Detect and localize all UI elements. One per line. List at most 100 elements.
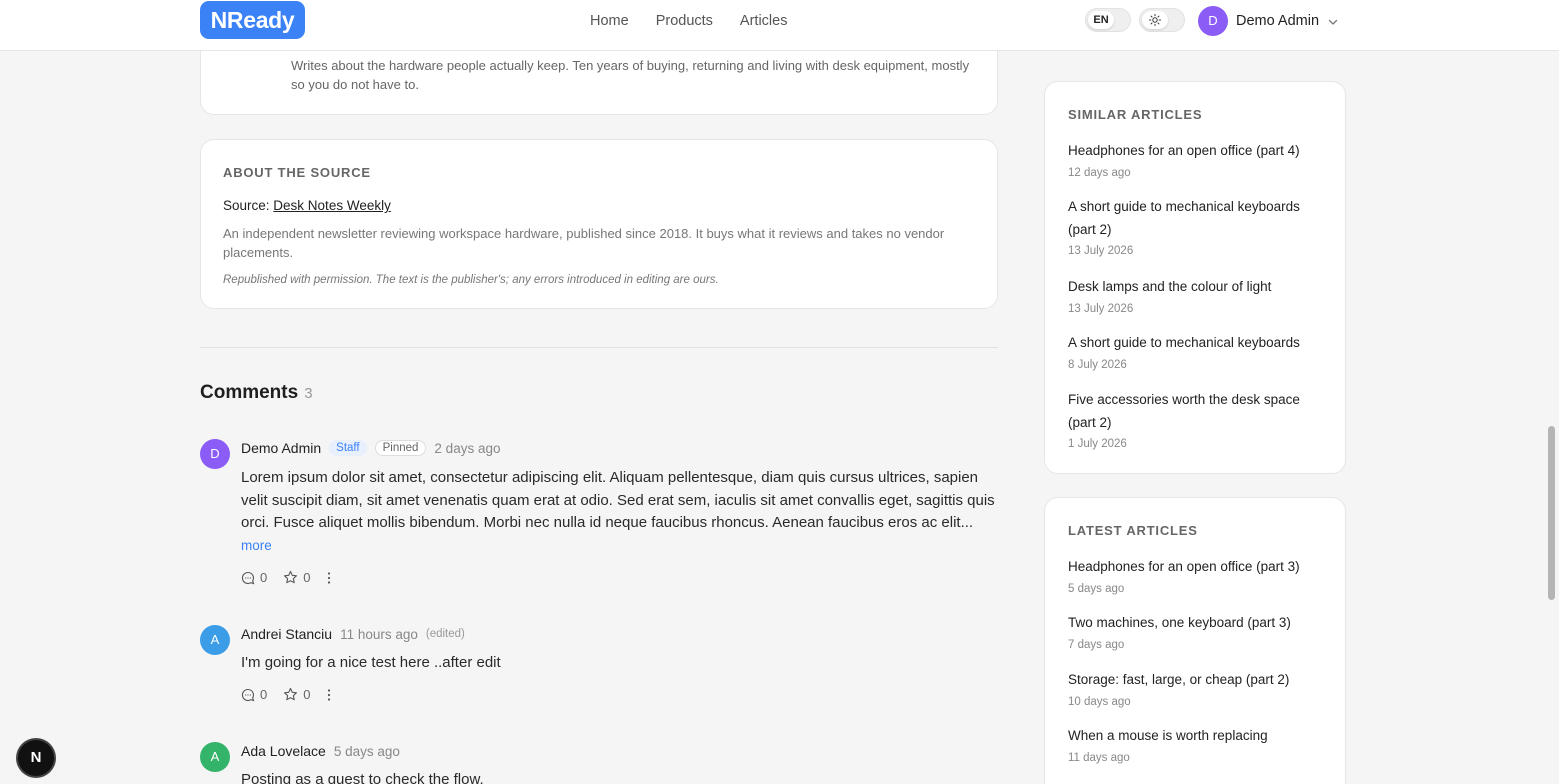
article-title: A short guide to mechanical keyboards (p… (1068, 199, 1300, 237)
article-title: Headphones for an open office (part 4) (1068, 143, 1300, 158)
source-link[interactable]: Desk Notes Weekly (273, 198, 391, 213)
comments-heading: Comments 3 (200, 382, 313, 404)
edited-label: (edited) (425, 628, 465, 640)
article-title: Desk lamps and the colour of light (1068, 279, 1272, 294)
article-link[interactable]: Storage: fast, large, or cheap (part 2) … (1068, 669, 1328, 712)
language-label: EN (1088, 11, 1114, 29)
comment-author[interactable]: Ada Lovelace (241, 743, 326, 759)
article-date: 13 July 2026 (1068, 302, 1134, 315)
latest-articles-card: LATEST ARTICLES Headphones for an open o… (1044, 497, 1346, 784)
comment-avatar: D (200, 439, 230, 469)
source-card: ABOUT THE SOURCE Source: Desk Notes Week… (200, 139, 998, 309)
article-link[interactable]: Desk lamps and the colour of light 13 Ju… (1068, 276, 1328, 319)
site-logo[interactable]: NReady (200, 1, 305, 39)
article-date: 5 days ago (1068, 582, 1125, 595)
article-date: 8 July 2026 (1068, 358, 1127, 371)
article-title: When a mouse is worth replacing (1068, 728, 1268, 743)
comment-time: 5 days ago (333, 743, 400, 759)
comment-time: 2 days ago (434, 440, 501, 456)
star-count: 0 (303, 570, 311, 585)
article-title: Five accessories worth the desk space (p… (1068, 392, 1300, 430)
comment-author[interactable]: Demo Admin (241, 440, 321, 456)
more-options-button[interactable] (326, 571, 332, 585)
author-bio: Writes about the hardware people actuall… (291, 58, 970, 92)
chevron-down-icon (1328, 19, 1338, 25)
article-date: 1 July 2026 (1068, 438, 1127, 450)
comment-item: D Demo Admin Staff Pinned 2 days ago Lor… (200, 439, 998, 589)
article-link[interactable]: Five accessories worth the desk space (p… (1068, 389, 1328, 454)
comment-bubble-icon (241, 571, 255, 584)
similar-title: SIMILAR ARTICLES (1068, 107, 1203, 122)
more-options-button[interactable] (326, 688, 332, 702)
article-date: 11 days ago (1068, 751, 1130, 764)
nav-articles[interactable]: Articles (740, 12, 788, 30)
article-link[interactable]: Headphones for an open office (part 4) 1… (1068, 140, 1328, 183)
article-date: 13 July 2026 (1068, 245, 1134, 257)
more-vertical-icon (328, 688, 331, 701)
comment-actions: 0 0 (241, 570, 348, 585)
reply-button[interactable]: 0 (241, 570, 267, 585)
article-link[interactable]: When a mouse is worth replacing 11 days … (1068, 725, 1328, 768)
article-date: 12 days ago (1068, 166, 1131, 179)
latest-title: LATEST ARTICLES (1068, 523, 1198, 538)
pinned-badge: Pinned (374, 440, 427, 456)
article-title: Two machines, one keyboard (part 3) (1068, 615, 1291, 630)
comment-item: A Ada Lovelace 5 days ago Posting as a g… (200, 742, 998, 784)
theme-toggle[interactable] (1139, 8, 1185, 32)
comment-avatar: A (200, 625, 230, 655)
floating-n-button[interactable]: N (18, 740, 54, 776)
comment-body: I'm going for a nice test here ..after e… (241, 654, 501, 671)
divider (200, 347, 998, 348)
comment-author[interactable]: Andrei Stanciu (241, 626, 332, 642)
comment-text: Lorem ipsum dolor sit amet, consectetur … (241, 469, 995, 532)
article-link[interactable]: Headphones for an open office (part 3) 5… (1068, 556, 1328, 599)
source-description: An independent newsletter reviewing work… (223, 226, 945, 260)
language-toggle[interactable]: EN (1085, 8, 1131, 32)
reply-button[interactable]: 0 (241, 687, 267, 702)
source-line: Source: Desk Notes Weekly (223, 198, 391, 213)
comments-title: Comments (200, 382, 299, 403)
comment-body: Lorem ipsum dolor sit amet, consectetur … (241, 467, 1001, 557)
user-name: Demo Admin (1236, 13, 1320, 29)
source-prefix: Source: (223, 198, 270, 213)
article-title: Storage: fast, large, or cheap (part 2) (1068, 672, 1290, 687)
reply-count: 0 (260, 687, 268, 702)
article-title: A short guide to mechanical keyboards (1068, 335, 1300, 350)
comment-body: Posting as a guest to check the flow. (241, 771, 484, 784)
article-link[interactable]: A short guide to mechanical keyboards 8 … (1068, 332, 1328, 375)
star-count: 0 (303, 687, 311, 702)
nav-home[interactable]: Home (590, 12, 629, 30)
star-button[interactable]: 0 (283, 687, 310, 702)
comment-meta: Demo Admin Staff Pinned 2 days ago (241, 440, 500, 456)
comments-count: 3 (304, 385, 313, 402)
reply-count: 0 (260, 570, 268, 585)
comment-actions: 0 0 (241, 687, 348, 702)
main-nav: Home Products Articles (590, 12, 814, 30)
nav-products[interactable]: Products (656, 12, 713, 30)
article-date: 10 days ago (1068, 695, 1131, 708)
source-note: Republished with permission. The text is… (223, 274, 719, 286)
more-vertical-icon (328, 571, 331, 584)
user-menu[interactable]: D Demo Admin (1198, 6, 1339, 36)
article-date: 7 days ago (1068, 638, 1125, 651)
staff-badge: Staff (329, 440, 367, 456)
star-button[interactable]: 0 (283, 570, 310, 585)
comment-bubble-icon (241, 688, 255, 701)
star-icon (284, 687, 298, 701)
comment-avatar: A (200, 742, 230, 772)
read-more-link[interactable]: more (241, 538, 272, 553)
sun-icon (1149, 14, 1161, 26)
article-title: Headphones for an open office (part 3) (1068, 559, 1300, 574)
comment-item: A Andrei Stanciu 11 hours ago (edited) I… (200, 625, 998, 705)
user-avatar: D (1198, 6, 1228, 36)
star-icon (284, 570, 298, 584)
article-link[interactable]: Two machines, one keyboard (part 3) 7 da… (1068, 612, 1328, 655)
page-scrollbar-thumb[interactable] (1548, 426, 1555, 600)
source-section-title: ABOUT THE SOURCE (223, 165, 371, 180)
comment-time: 11 hours ago (340, 626, 418, 642)
similar-articles-card: SIMILAR ARTICLES Headphones for an open … (1044, 81, 1346, 474)
article-link[interactable]: A short guide to mechanical keyboards (p… (1068, 196, 1328, 261)
comment-meta: Andrei Stanciu 11 hours ago (edited) (241, 626, 465, 642)
site-header: NReady Home Products Articles EN D Demo … (0, 0, 1559, 51)
comment-meta: Ada Lovelace 5 days ago (241, 743, 400, 759)
